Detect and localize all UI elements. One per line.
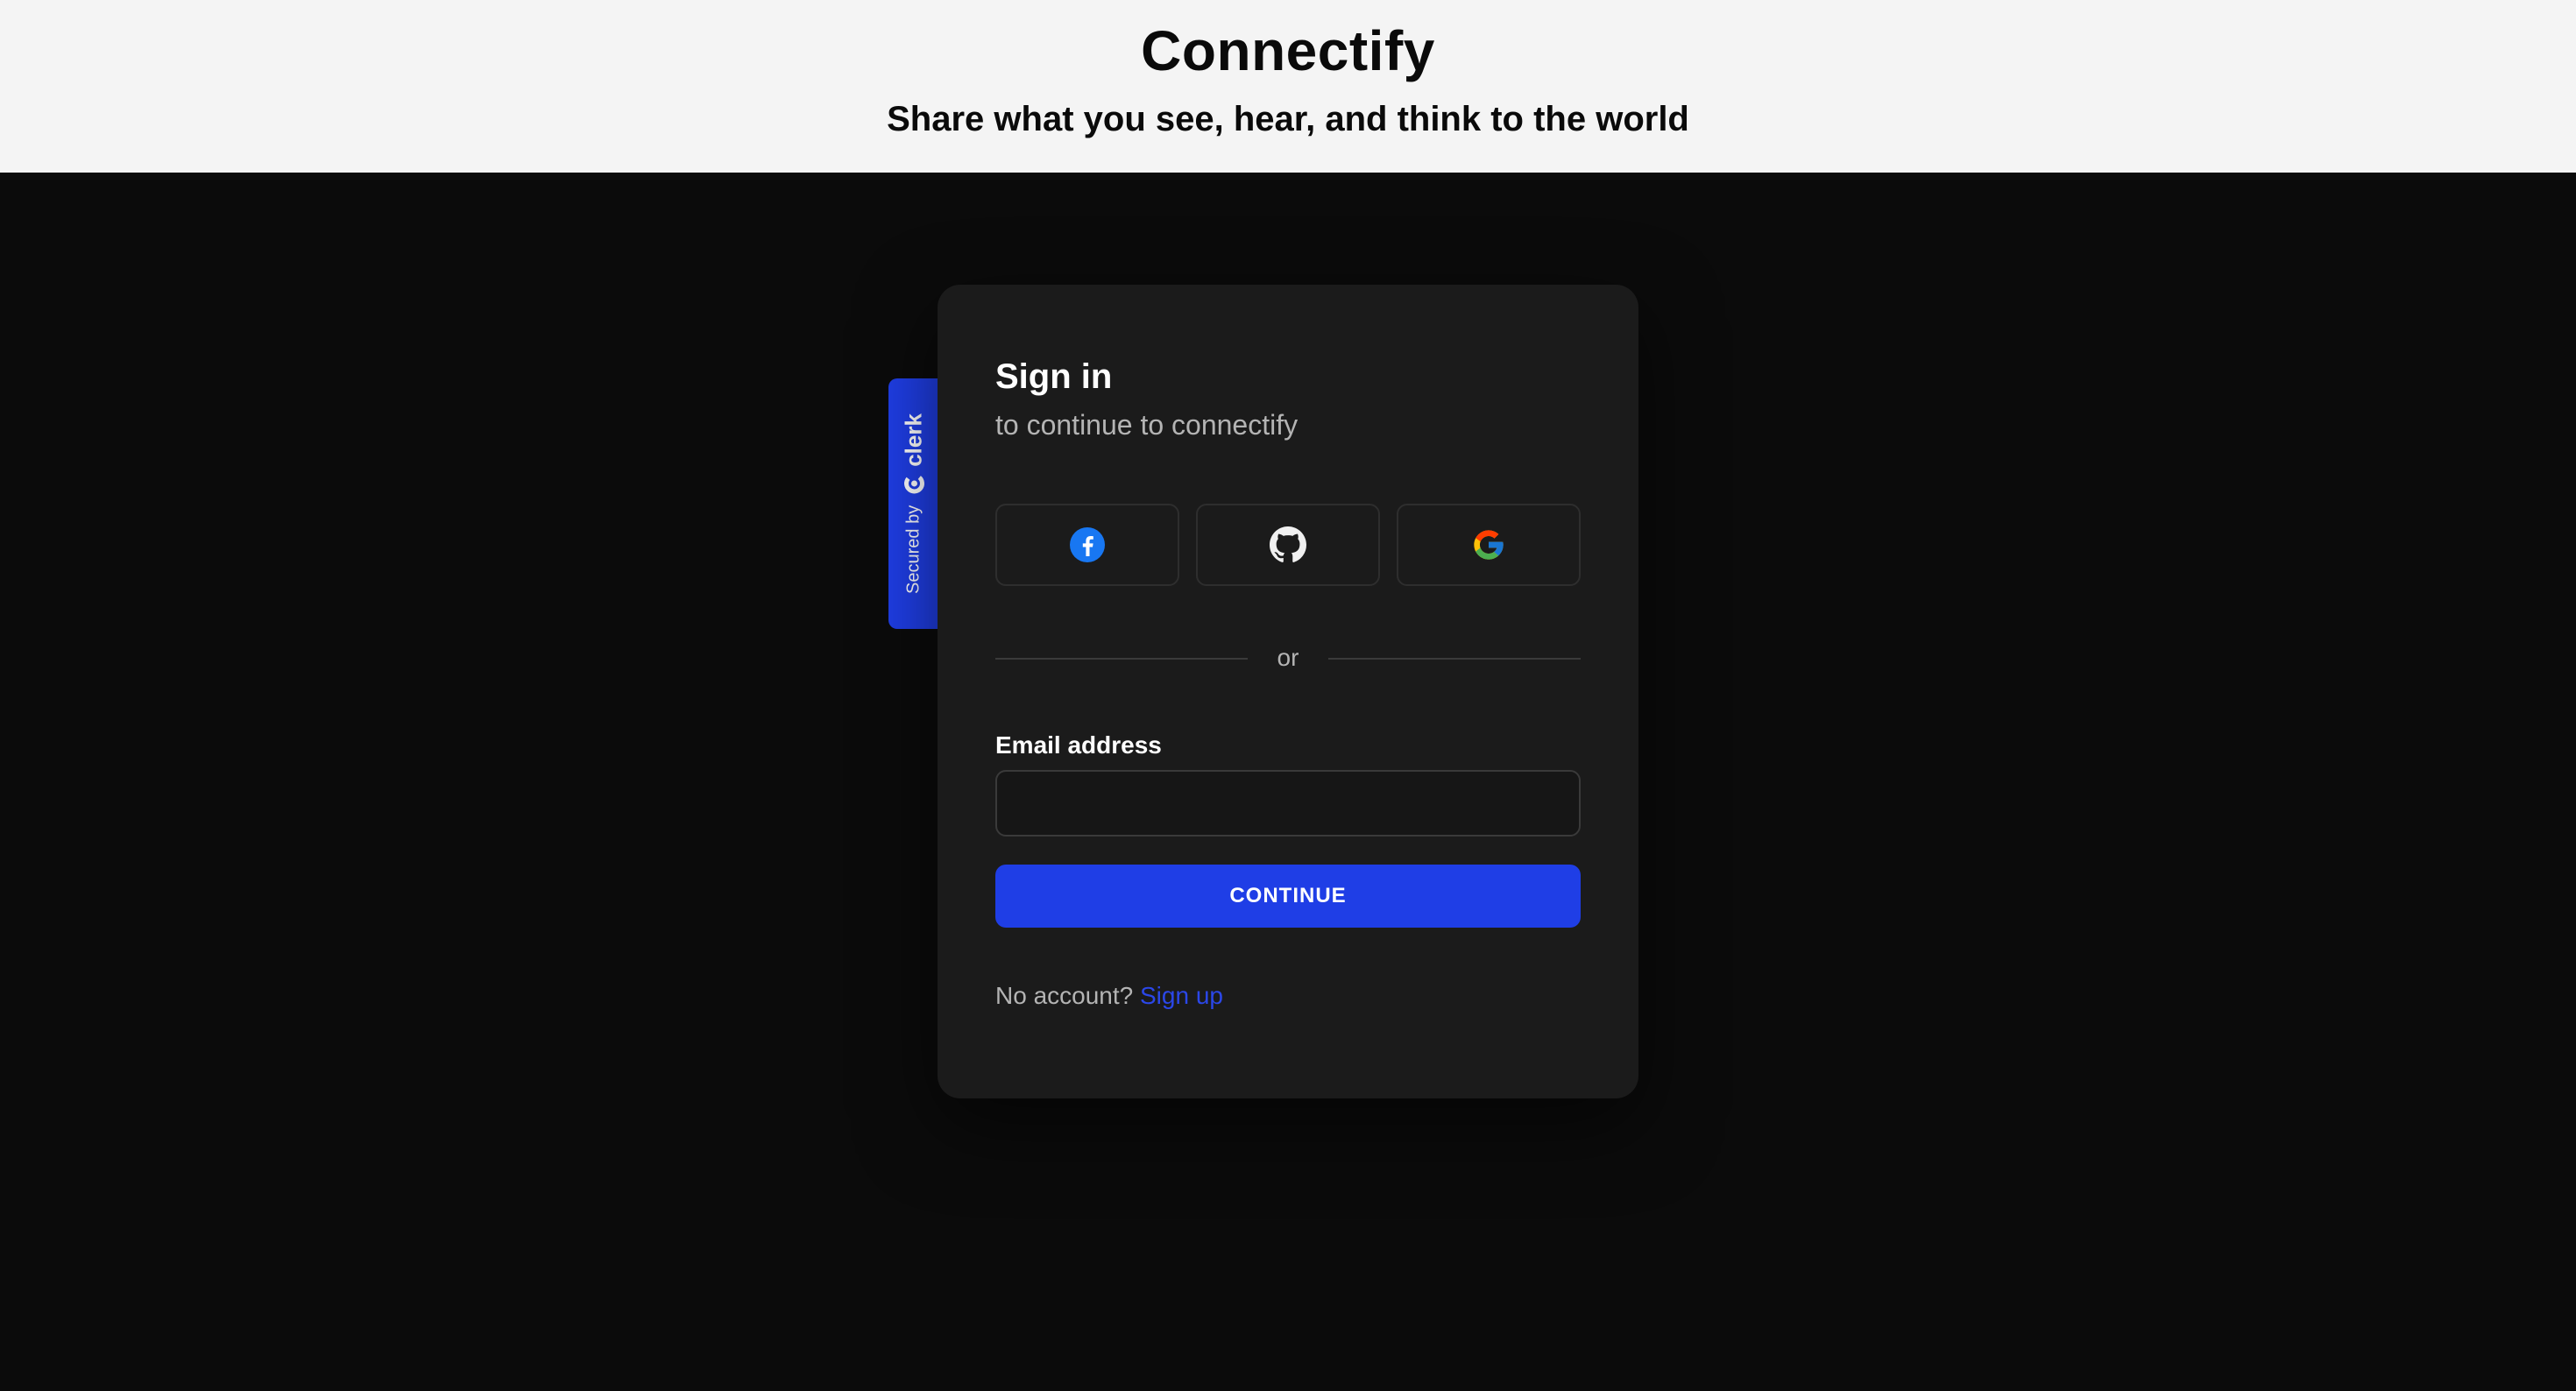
signin-card: Sign in to continue to connectify or Ema… bbox=[938, 285, 1638, 1098]
signin-subtitle: to continue to connectify bbox=[995, 409, 1299, 441]
email-field[interactable] bbox=[995, 770, 1581, 837]
clerk-secured-badge[interactable]: Secured by clerk bbox=[888, 378, 939, 629]
badge-content: Secured by clerk bbox=[901, 413, 928, 594]
divider-line-right bbox=[1328, 658, 1581, 660]
github-icon bbox=[1270, 526, 1306, 562]
clerk-logo: clerk bbox=[901, 413, 928, 495]
divider-line-left bbox=[995, 658, 1248, 660]
app-title: Connectify bbox=[1141, 19, 1435, 82]
divider-or: or bbox=[1277, 644, 1299, 671]
clerk-icon bbox=[903, 473, 924, 494]
google-icon bbox=[1474, 530, 1504, 560]
email-label: Email address bbox=[995, 731, 1162, 759]
page-header: Connectify Share what you see, hear, and… bbox=[0, 0, 2576, 173]
clerk-brand-label: clerk bbox=[900, 413, 927, 467]
signup-link[interactable]: Sign up bbox=[1140, 982, 1223, 1009]
facebook-icon bbox=[1070, 527, 1105, 562]
google-signin-button[interactable] bbox=[1397, 504, 1581, 586]
signup-prompt: No account? Sign up bbox=[995, 980, 1223, 1012]
github-signin-button[interactable] bbox=[1196, 504, 1380, 586]
signin-title: Sign in bbox=[995, 357, 1113, 396]
facebook-signin-button[interactable] bbox=[995, 504, 1179, 586]
continue-button[interactable]: CONTINUE bbox=[995, 865, 1581, 928]
badge-secured-text: Secured by bbox=[903, 505, 924, 594]
app-tagline: Share what you see, hear, and think to t… bbox=[887, 100, 1689, 138]
no-account-text: No account? bbox=[995, 982, 1134, 1009]
